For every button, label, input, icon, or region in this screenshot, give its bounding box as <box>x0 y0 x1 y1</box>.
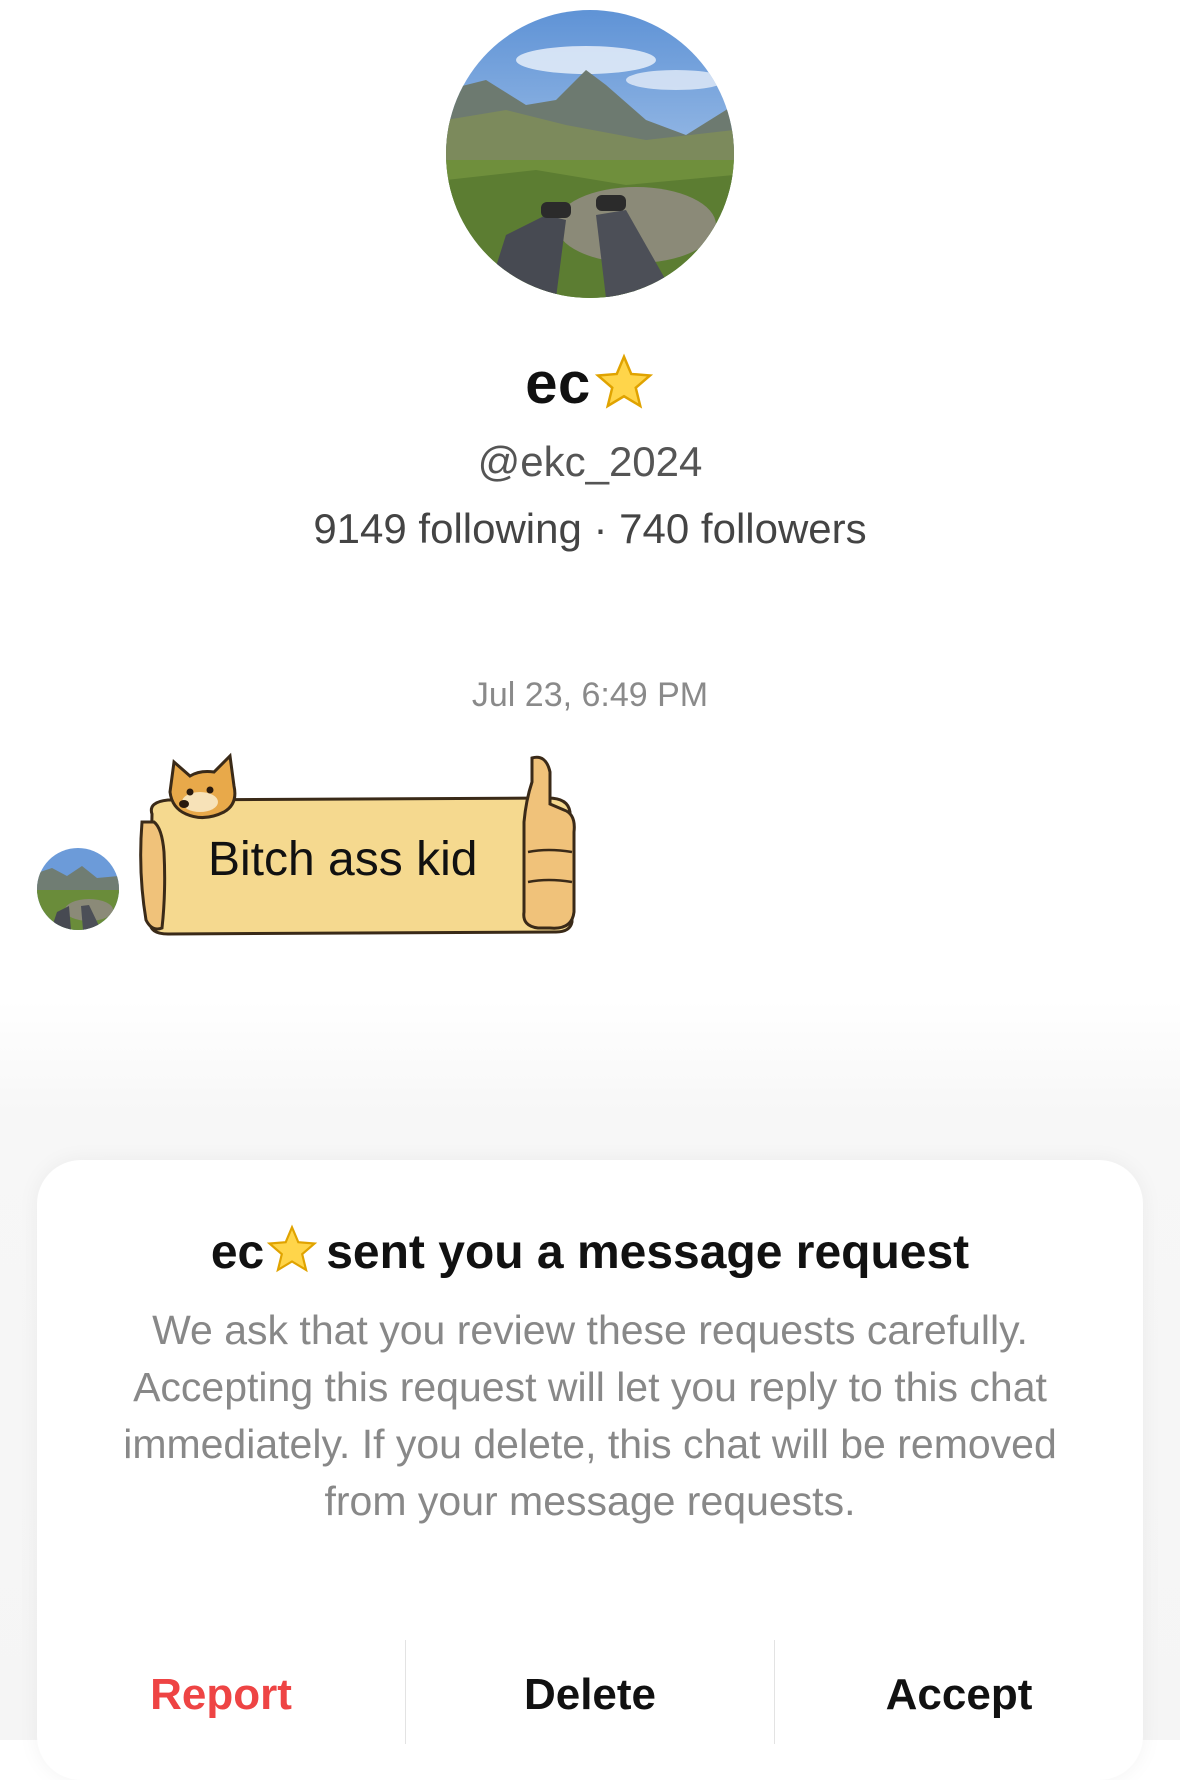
request-actions: Report Delete Accept <box>37 1640 1143 1750</box>
message-timestamp: Jul 23, 6:49 PM <box>471 676 709 714</box>
request-description: We ask that you review these requests ca… <box>123 1307 1057 1524</box>
profile-name-text: ec <box>525 351 591 416</box>
delete-button[interactable]: Delete <box>406 1670 774 1720</box>
request-title: ec sent you a message request <box>37 1224 1143 1288</box>
star-icon <box>266 1224 318 1288</box>
profile-stats: 9149 following · 740 followers <box>313 505 867 552</box>
profile-name: ec <box>0 350 1180 427</box>
request-title-suffix: sent you a message request <box>326 1226 970 1279</box>
doge-sign-sticker[interactable]: Bitch ass kid <box>138 752 598 942</box>
sticker-text: Bitch ass kid <box>208 833 478 886</box>
profile-avatar[interactable] <box>446 10 734 298</box>
report-button[interactable]: Report <box>37 1670 405 1720</box>
request-title-name: ec <box>210 1226 265 1279</box>
accept-button[interactable]: Accept <box>775 1670 1143 1720</box>
message-request-card: ec sent you a message request We ask tha… <box>37 1160 1143 1780</box>
star-icon <box>593 353 655 427</box>
sender-avatar[interactable] <box>37 848 119 930</box>
profile-handle: @ekc_2024 <box>477 438 703 485</box>
